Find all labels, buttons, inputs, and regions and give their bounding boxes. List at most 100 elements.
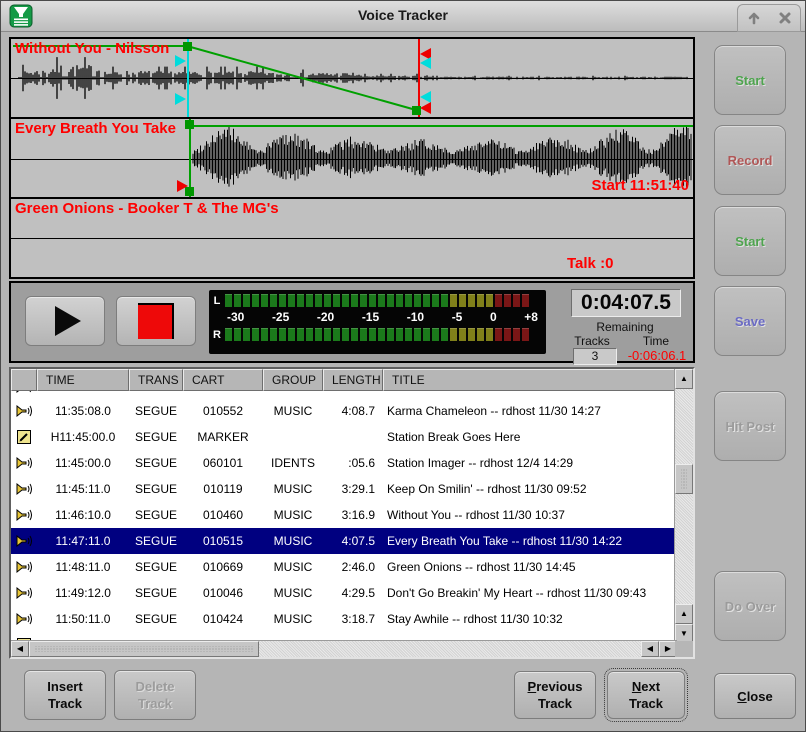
cell-group: MUSIC — [263, 554, 323, 580]
cell-title: Station Imager -- rdhost 12/4 14:29 — [383, 450, 675, 476]
track3-talk-label: Talk :0 — [567, 255, 613, 272]
table-row[interactable]: 11:35:08.0SEGUE010552MUSIC4:08.7Karma Ch… — [11, 398, 675, 424]
meter-tick: -15 — [362, 310, 379, 325]
remaining-tracks-label: Tracks — [567, 334, 617, 348]
start2-button[interactable]: Start — [714, 206, 786, 276]
track1-cyan-marker-handle-bottom[interactable] — [175, 93, 186, 105]
meter-scale: -30 -25 -20 -15 -10 -5 0 +8 — [227, 310, 538, 325]
cell-length — [323, 424, 383, 450]
insert-track-button[interactable]: Insert Track — [24, 670, 106, 720]
hit-post-button[interactable]: Hit Post — [714, 391, 786, 461]
header-length[interactable]: LENGTH — [323, 369, 383, 391]
header-cart[interactable]: CART — [183, 369, 263, 391]
row-type-icon — [11, 502, 37, 528]
cell-time: 11:46:10.0 — [37, 502, 129, 528]
shade-button[interactable] — [743, 8, 765, 28]
track2-envelope-node-top[interactable] — [185, 120, 194, 129]
cell-time: 11:45:00.0 — [37, 450, 129, 476]
track1-fade-node-end[interactable] — [412, 106, 421, 115]
horizontal-scroll-thumb[interactable] — [29, 641, 259, 657]
cell-cart: 010046 — [183, 580, 263, 606]
table-row-partial-top[interactable] — [11, 391, 675, 398]
table-row[interactable]: 11:45:00.0SEGUE060101IDENTS:05.6Station … — [11, 450, 675, 476]
close-button[interactable]: Close — [714, 673, 796, 719]
cell-length: 3:16.9 — [323, 502, 383, 528]
scroll-left-button2[interactable]: ◀ — [641, 641, 659, 657]
meter-left-segments — [225, 294, 531, 307]
table-row[interactable]: 11:47:11.0SEGUE010515MUSIC4:07.5Every Br… — [11, 528, 675, 554]
track2-level-envelope-line — [189, 125, 693, 127]
table-row[interactable]: 11:48:11.0SEGUE010669MUSIC2:46.0Green On… — [11, 554, 675, 580]
cell-trans: SEGUE — [129, 554, 183, 580]
stop-button[interactable] — [116, 296, 196, 346]
previous-track-label2: Track — [538, 695, 572, 712]
track1-fade-node-start[interactable] — [183, 42, 192, 51]
cell-time: H11:45:00.0 — [37, 424, 129, 450]
cell-trans: SEGUE — [129, 606, 183, 632]
header-icon-col[interactable] — [11, 369, 37, 391]
record-button[interactable]: Record — [714, 125, 786, 195]
cell-title: Station Break Goes Here — [383, 424, 675, 450]
vertical-scrollbar[interactable]: ▲ ▲ ▼ — [674, 369, 693, 642]
marker-icon — [16, 429, 32, 445]
meter-tick: 0 — [490, 310, 497, 325]
cell-length: 2:46.0 — [323, 554, 383, 580]
remaining-tracks-value: 3 — [573, 348, 617, 365]
vertical-scroll-thumb[interactable] — [675, 464, 693, 494]
table-row[interactable]: 11:50:11.0SEGUE010424MUSIC3:18.7Stay Awh… — [11, 606, 675, 632]
cell-length: 4:08.7 — [323, 398, 383, 424]
start1-button[interactable]: Start — [714, 45, 786, 115]
table-row[interactable]: 11:49:12.0SEGUE010046MUSIC4:29.5Don't Go… — [11, 580, 675, 606]
track2-start-marker-line[interactable] — [189, 119, 191, 197]
scroll-left-button[interactable]: ◀ — [11, 641, 29, 657]
table-row[interactable]: 11:45:11.0SEGUE010119MUSIC3:29.1Keep On … — [11, 476, 675, 502]
do-over-button[interactable]: Do Over — [714, 571, 786, 641]
header-title[interactable]: TITLE — [383, 369, 675, 391]
header-trans[interactable]: TRANS — [129, 369, 183, 391]
log-list: TIME TRANS CART GROUP LENGTH TITLE 11:35… — [9, 367, 695, 659]
cell-group: MUSIC — [263, 502, 323, 528]
table-row[interactable]: H11:45:00.0SEGUEMARKERStation Break Goes… — [11, 424, 675, 450]
cell-trans: SEGUE — [129, 528, 183, 554]
table-row[interactable]: 11:46:10.0SEGUE010460MUSIC3:16.9Without … — [11, 502, 675, 528]
previous-track-label1: Previous — [528, 678, 583, 695]
track2-title: Every Breath You Take — [15, 120, 176, 137]
delete-track-label1: Delete — [135, 678, 174, 695]
remaining-heading: Remaining — [571, 320, 679, 334]
meter-tick: +8 — [524, 310, 538, 325]
track1-red-marker-handle-bottom[interactable] — [420, 102, 431, 114]
cell-trans: SEGUE — [129, 476, 183, 502]
meter-right-segments — [225, 328, 531, 341]
next-track-label1: Next — [632, 678, 660, 695]
cell-cart: 010515 — [183, 528, 263, 554]
delete-track-button[interactable]: Delete Track — [114, 670, 196, 720]
track1-cyan-end-handle-top[interactable] — [420, 57, 431, 69]
cell-group: MUSIC — [263, 476, 323, 502]
elapsed-time-display: 0:04:07.5 — [571, 289, 681, 317]
next-track-button[interactable]: Next Track — [607, 671, 685, 719]
play-button[interactable] — [25, 296, 105, 346]
meter-tick: -10 — [407, 310, 424, 325]
close-window-button[interactable] — [774, 8, 796, 28]
horizontal-scrollbar[interactable]: ◀ ◀ ▶ — [11, 640, 677, 657]
speaker-icon — [16, 507, 32, 523]
close-label: Close — [737, 688, 772, 705]
track2-red-start-handle[interactable] — [177, 180, 188, 192]
track1-cyan-marker-handle-top[interactable] — [175, 55, 186, 67]
header-group[interactable]: GROUP — [263, 369, 323, 391]
save-button[interactable]: Save — [714, 286, 786, 356]
cell-length: 4:29.5 — [323, 580, 383, 606]
previous-track-button[interactable]: Previous Track — [514, 671, 596, 719]
scroll-up-button2[interactable]: ▲ — [675, 604, 693, 624]
cell-title: Karma Chameleon -- rdhost 11/30 14:27 — [383, 398, 675, 424]
cell-title: Don't Go Breakin' My Heart -- rdhost 11/… — [383, 580, 675, 606]
speaker-icon — [16, 533, 32, 549]
transport-panel: L -30 -25 -20 -15 -10 -5 0 +8 R 0:04:07.… — [9, 281, 695, 363]
thumb-grip — [30, 642, 258, 656]
cell-title: Keep On Smilin' -- rdhost 11/30 09:52 — [383, 476, 675, 502]
hscroll-track[interactable] — [259, 641, 641, 657]
cell-cart: 010424 — [183, 606, 263, 632]
scroll-up-button[interactable]: ▲ — [675, 369, 693, 389]
header-time[interactable]: TIME — [37, 369, 129, 391]
row-type-icon — [11, 476, 37, 502]
